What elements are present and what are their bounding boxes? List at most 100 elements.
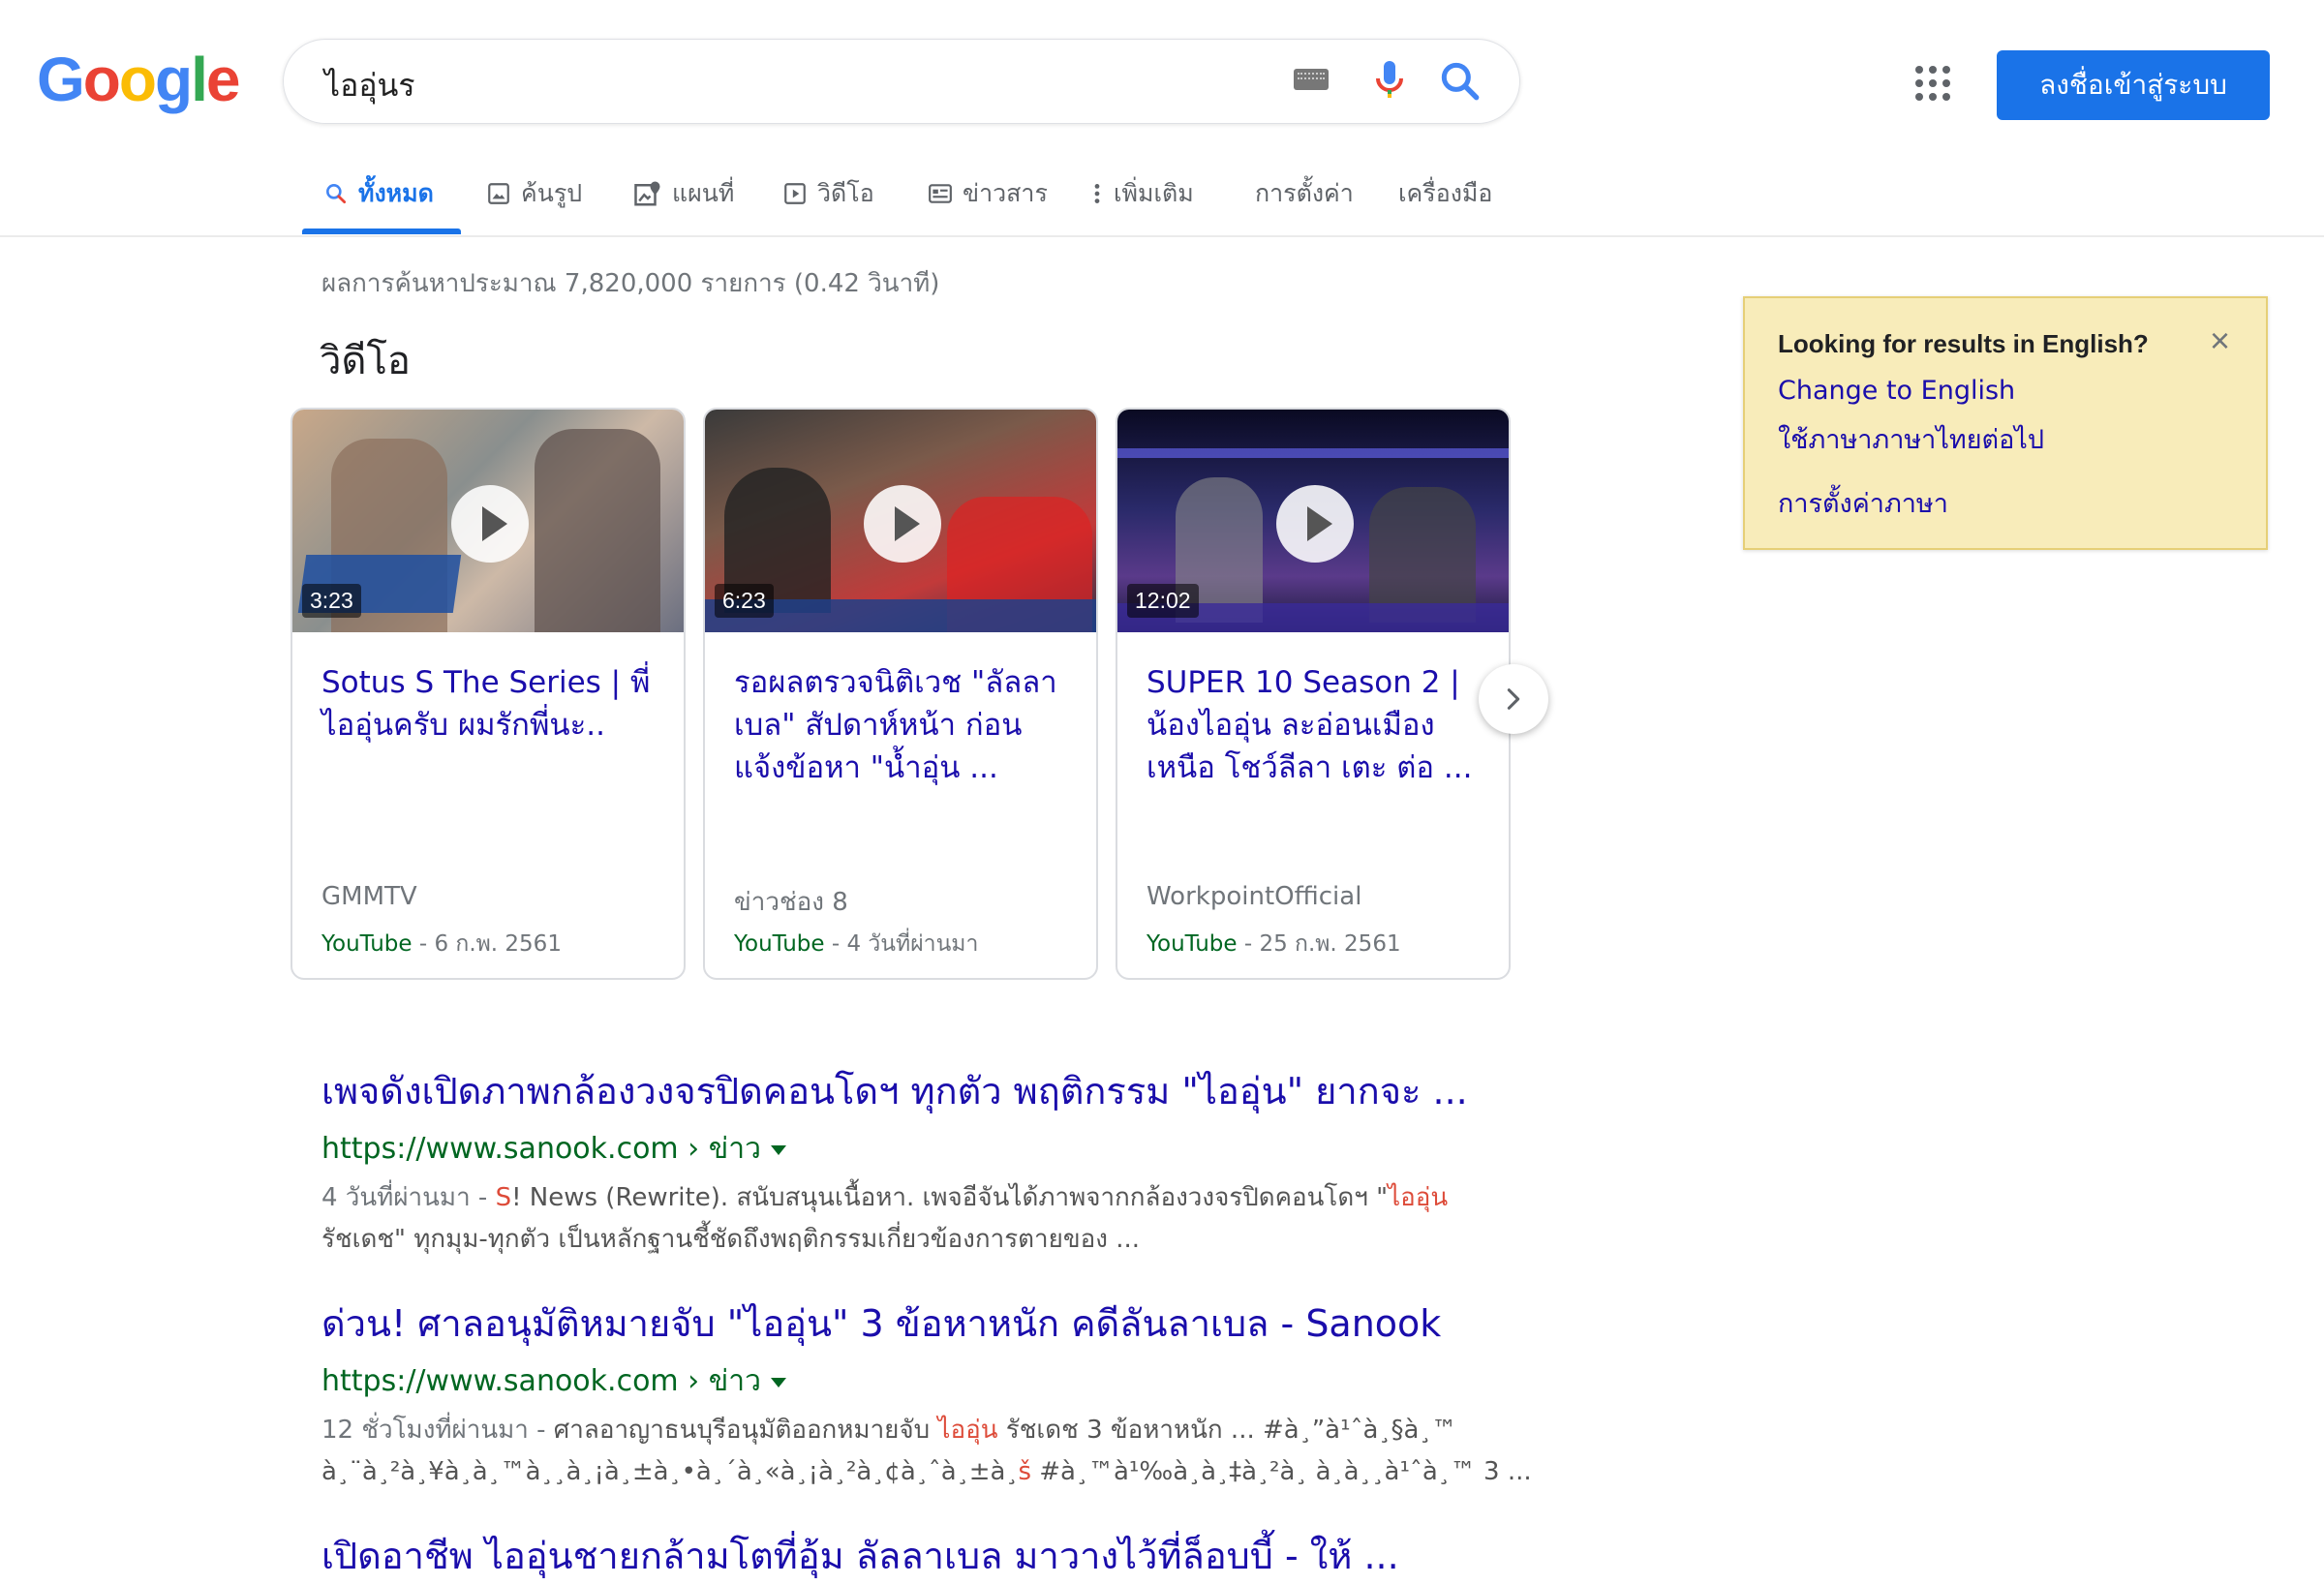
result-title[interactable]: ด่วน! ศาลอนุมัติหมายจับ "ไออุ่น" 3 ข้อหา…: [321, 1294, 1483, 1353]
result-snippet: 12 ชั่วโมงที่ผ่านมา - ศาลอาญาธนบุรีอนุมั…: [321, 1410, 1532, 1493]
video-duration: 3:23: [302, 584, 361, 618]
notice-title: Looking for results in English?: [1778, 329, 2149, 358]
dropdown-caret-icon[interactable]: [770, 1377, 786, 1387]
tab-news[interactable]: ข่าวสาร: [928, 174, 1048, 213]
snippet-highlight: ไออุ่น: [937, 1416, 998, 1445]
snippet-text: ! News (Rewrite). สนับสนุนเนื้อหา. เพจอี…: [511, 1183, 1389, 1212]
tab-more[interactable]: เพิ่มเติม: [1090, 174, 1194, 213]
tab-label: ข่าวสาร: [963, 179, 1048, 207]
snippet-text: รัชเดช 3 ข้อหาหนัก ... #à¸”à¹ˆà¸§à¸™: [997, 1416, 1457, 1445]
play-icon[interactable]: [1276, 485, 1354, 563]
result-title[interactable]: เพจดังเปิดภาพกล้องวงจรปิดคอนโดฯ ทุกตัว พ…: [321, 1061, 1483, 1120]
snippet-highlight: ไออุ่น: [1388, 1183, 1449, 1212]
video-source-site: YouTube: [734, 931, 825, 957]
result-title[interactable]: เปิดอาชีพ ไออุ่นชายกล้ามโตที่อุ้ม ลัลลาเ…: [321, 1526, 1483, 1585]
video-duration: 12:02: [1127, 584, 1199, 618]
tab-all[interactable]: ทั้งหมด: [323, 174, 434, 213]
google-logo[interactable]: Google: [37, 45, 240, 114]
result-url[interactable]: https://www.sanook.com › ข่าว: [321, 1358, 1483, 1404]
snippet-text: #à¸™à¹‰à¸­à¸‡à¸²à¸ à¸­à¸¸à¹ˆà¸™ 3 ...: [1031, 1457, 1532, 1486]
search-input[interactable]: ไออุ่นร: [324, 61, 415, 110]
logo-letter: o: [118, 45, 157, 114]
change-to-english-link[interactable]: Change to English: [1778, 376, 2015, 406]
snippet-line: 12 ชั่วโมงที่ผ่านมา - ศาลอาญาธนบุรีอนุมั…: [321, 1410, 1483, 1451]
snippet-date: 4 วันที่ผ่านมา -: [321, 1183, 496, 1212]
tab-label: แผนที่: [672, 179, 735, 207]
map-pin-icon: [634, 181, 660, 206]
video-date: - 25 ก.พ. 2561: [1237, 931, 1401, 957]
snippet-text: à¸¨à¸²à¸¥à¸­à¸™à¸¸à¸¡à¸±à¸•à¸´à¸«à¸¡à¸²à…: [321, 1457, 1019, 1486]
video-source-site: YouTube: [321, 931, 413, 957]
logo-letter: o: [82, 45, 121, 114]
keyboard-icon[interactable]: [1294, 69, 1329, 90]
language-notice: Looking for results in English? × Change…: [1743, 296, 2268, 550]
snippet-line: à¸¨à¸²à¸¥à¸­à¸™à¸¸à¸¡à¸±à¸•à¸´à¸«à¸¡à¸²à…: [321, 1451, 1532, 1493]
apps-grid-icon[interactable]: [1915, 66, 1950, 101]
logo-letter: G: [37, 45, 85, 114]
video-date: - 6 ก.พ. 2561: [412, 931, 562, 957]
search-tabs: ทั้งหมด ค้นรูป แผนที่ วิดีโอ ข่าวสาร เพิ…: [0, 167, 2324, 236]
logo-letter: g: [154, 45, 193, 114]
video-card[interactable]: 3:23 Sotus S The Series | พี่ไออุ่นครับ …: [290, 408, 686, 980]
video-title[interactable]: รอผลตรวจนิติเวช "ลัลลาเบล" สัปดาห์หน้า ก…: [734, 661, 1073, 789]
search-icon: [326, 184, 347, 204]
video-channel: GMMTV: [321, 882, 417, 911]
close-icon[interactable]: ×: [2210, 323, 2230, 358]
language-settings-link[interactable]: การตั้งค่าภาษา: [1778, 482, 1948, 524]
search-box[interactable]: ไออุ่นร: [283, 39, 1520, 124]
snippet-date: 12 ชั่วโมงที่ผ่านมา -: [321, 1416, 554, 1445]
snippet-line: 4 วันที่ผ่านมา - S! News (Rewrite). สนับ…: [321, 1177, 1483, 1219]
play-icon[interactable]: [864, 485, 941, 563]
search-icon[interactable]: [1436, 57, 1484, 106]
tab-videos[interactable]: วิดีโอ: [782, 174, 874, 213]
video-channel: WorkpointOfficial: [1147, 882, 1362, 911]
tab-maps[interactable]: แผนที่: [633, 174, 734, 213]
search-result: เพจดังเปิดภาพกล้องวงจรปิดคอนโดฯ ทุกตัว พ…: [321, 1061, 1483, 1261]
more-vert-icon: [1094, 184, 1100, 203]
video-duration: 6:23: [715, 584, 774, 618]
header-divider: [0, 235, 2324, 237]
videos-section-title: วิดีโอ: [320, 339, 411, 383]
sign-in-button[interactable]: ลงชื่อเข้าสู่ระบบ: [1997, 50, 2270, 120]
dropdown-caret-icon[interactable]: [770, 1144, 786, 1155]
snippet-highlight: š: [1018, 1457, 1031, 1486]
logo-letter: l: [191, 45, 208, 114]
result-url[interactable]: https://www.sanook.com › ข่าว: [321, 1126, 1483, 1172]
tab-label: ค้นรูป: [521, 179, 583, 207]
search-result: เปิดอาชีพ ไออุ่นชายกล้ามโตที่อุ้ม ลัลลาเ…: [321, 1526, 1483, 1585]
video-thumbnail[interactable]: 3:23: [292, 410, 684, 632]
result-url-text: https://www.sanook.com › ข่าว: [321, 1364, 761, 1398]
video-card[interactable]: 12:02 SUPER 10 Season 2 | น้องไออุ่น ละอ…: [1116, 408, 1511, 980]
snippet-highlight: S: [495, 1183, 512, 1212]
play-icon[interactable]: [451, 485, 529, 563]
video-icon: [784, 183, 806, 204]
tab-label: วิดีโอ: [817, 179, 874, 207]
microphone-icon[interactable]: [1366, 57, 1413, 104]
video-thumbnail[interactable]: 6:23: [705, 410, 1096, 632]
result-url-text: https://www.sanook.com › ข่าว: [321, 1132, 761, 1166]
tab-label: เพิ่มเติม: [1114, 179, 1194, 207]
video-title[interactable]: Sotus S The Series | พี่ไออุ่นครับ ผมรัก…: [321, 661, 660, 747]
tab-settings[interactable]: การตั้งค่า: [1255, 174, 1354, 213]
video-source-site: YouTube: [1147, 931, 1238, 957]
news-icon: [929, 184, 952, 203]
image-icon: [488, 183, 509, 204]
chevron-right-icon: [1507, 688, 1520, 710]
search-result: ด่วน! ศาลอนุมัติหมายจับ "ไออุ่น" 3 ข้อหา…: [321, 1294, 1532, 1493]
active-tab-indicator: [302, 229, 461, 234]
video-card[interactable]: 6:23 รอผลตรวจนิติเวช "ลัลลาเบล" สัปดาห์ห…: [703, 408, 1098, 980]
video-date: - 4 วันที่ผ่านมา: [824, 931, 979, 957]
snippet-text: ศาลอาญาธนบุรีอนุมัติออกหมายจับ: [553, 1416, 938, 1445]
video-channel: ข่าวช่อง 8: [734, 888, 848, 917]
keep-thai-link[interactable]: ใช้ภาษาภาษาไทยต่อไป: [1778, 418, 2044, 460]
snippet-line: รัชเดช" ทุกมุม-ทุกตัว เป็นหลักฐานชี้ชัดถ…: [321, 1225, 1141, 1254]
video-thumbnail[interactable]: 12:02: [1117, 410, 1509, 632]
carousel-next-button[interactable]: [1479, 664, 1548, 734]
video-title[interactable]: SUPER 10 Season 2 | น้องไออุ่น ละอ่อนเมื…: [1147, 661, 1485, 789]
video-source: YouTube - 4 วันที่ผ่านมา: [734, 927, 978, 961]
tab-tools[interactable]: เครื่องมือ: [1398, 174, 1492, 213]
video-source: YouTube - 6 ก.พ. 2561: [321, 927, 562, 961]
result-stats: ผลการค้นหาประมาณ 7,820,000 รายการ (0.42 …: [321, 269, 940, 298]
tab-images[interactable]: ค้นรูป: [486, 174, 582, 213]
tab-label: ทั้งหมด: [358, 179, 434, 207]
